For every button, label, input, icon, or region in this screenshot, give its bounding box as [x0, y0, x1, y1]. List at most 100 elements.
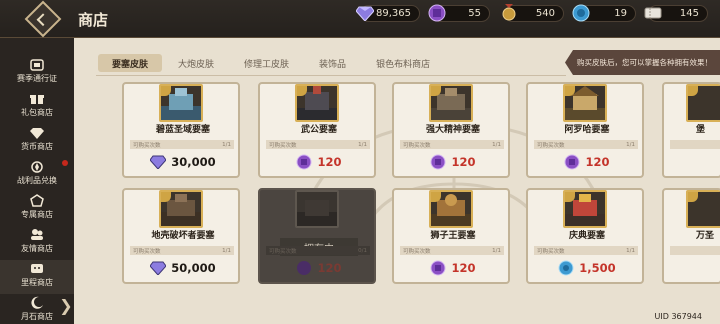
purchase-limit: 可购买次数 0/1 — [266, 246, 370, 255]
currency-value: 540 — [535, 8, 555, 19]
rank-badge-icon — [688, 192, 698, 202]
gem-icon — [150, 154, 167, 170]
blue-token-icon — [558, 260, 574, 276]
currency-purple-coin: 55 — [428, 4, 490, 22]
ticket-icon — [643, 3, 663, 23]
shop-card-mighty-spirit[interactable]: 强大精神要塞 可购买次数 1/1 120 — [392, 82, 510, 178]
shop-card-lion-king[interactable]: 狮子王要塞 可购买次数 1/1 120 — [392, 188, 510, 284]
gem-icon — [355, 3, 375, 23]
notification-dot — [62, 160, 68, 166]
back-button[interactable] — [24, 0, 62, 38]
rank-badge-icon — [161, 192, 171, 202]
medal-icon — [499, 3, 519, 23]
card-name: 武公要塞 — [300, 125, 337, 135]
pass-icon — [30, 58, 44, 71]
purple-coin-icon — [296, 154, 312, 170]
shop-card-owned[interactable]: 拥有中 可购买次数0/1 120 — [258, 188, 376, 284]
moonstone-icon — [30, 296, 44, 309]
purchase-limit: 可购买次数 1/1 — [130, 246, 234, 255]
currency-value: 19 — [614, 8, 627, 19]
price: 30,000 — [124, 152, 242, 172]
purchase-limit — [670, 140, 720, 149]
purple-coin-icon — [564, 154, 580, 170]
mileage-icon — [30, 262, 44, 275]
sidebar: 赛季通行证 礼包商店 货币商店 战利品兑换 专属商店 友情商店 里程商店 月石商… — [0, 38, 74, 324]
friend-icon — [30, 228, 44, 241]
card-name: 强大精神要塞 — [425, 125, 480, 135]
user-id: UID 367944 — [654, 312, 702, 321]
sidebar-item-loot-exchange[interactable]: 战利品兑换 — [0, 160, 74, 192]
skin-art — [429, 84, 473, 122]
sidebar-collapse-arrow-icon[interactable]: ❯ — [58, 292, 74, 318]
shop-card-azure-sanctuary[interactable]: 碧蓝圣域要塞 可购买次数 1/1 30,000 — [122, 82, 240, 178]
price: 120 — [394, 258, 512, 278]
tab-decorations[interactable]: 装饰品 — [305, 54, 360, 72]
tab-cannon-skins[interactable]: 大炮皮肤 — [164, 54, 228, 72]
gem-icon — [30, 126, 44, 139]
shop-card-celebration[interactable]: 庆典要塞 可购买次数 1/1 1,500 — [526, 188, 644, 284]
skin-art — [159, 190, 203, 228]
exclusive-icon — [30, 194, 44, 207]
card-name: 地壳破坏者要塞 — [151, 231, 215, 241]
page-title: 商店 — [78, 11, 109, 29]
tab-bar: 要塞皮肤 大炮皮肤 修理工皮肤 装饰品 银色布料商店 — [74, 52, 446, 74]
card-name: 庆典要塞 — [568, 231, 605, 241]
price: 1,500 — [528, 258, 646, 278]
sidebar-item-season-pass[interactable]: 赛季通行证 — [0, 58, 74, 90]
rank-badge-icon — [431, 86, 441, 96]
tab-fortress-skins[interactable]: 要塞皮肤 — [98, 54, 163, 72]
sidebar-item-gift-shop[interactable]: 礼包商店 — [0, 92, 74, 124]
shop-card-partial-1[interactable]: 堡 — [662, 82, 720, 178]
sidebar-item-friend-shop[interactable]: 友情商店 — [0, 228, 74, 260]
card-name: 万圣 — [696, 231, 715, 241]
rank-badge-icon — [565, 86, 575, 96]
card-name: 碧蓝圣域要塞 — [155, 125, 210, 135]
skin-art — [429, 190, 473, 228]
shop-card-aloha[interactable]: 阿罗哈要塞 可购买次数 1/1 120 — [526, 82, 644, 178]
skin-art — [686, 84, 720, 122]
currency-value: 145 — [679, 8, 699, 19]
tab-divider — [96, 75, 566, 76]
rank-badge-icon — [688, 86, 698, 96]
tip-banner: 购买皮肤后，您可以掌握各种拥有效果！ — [565, 50, 720, 75]
shop-card-wugong[interactable]: 武公要塞 可购买次数 1/1 120 — [258, 82, 376, 178]
purchase-limit: 可购买次数 1/1 — [534, 246, 638, 255]
purchase-limit: 可购买次数 1/1 — [534, 140, 638, 149]
currency-gem: 89,365 — [356, 5, 420, 22]
price: 120 — [528, 152, 646, 172]
rank-badge-icon — [431, 192, 441, 202]
price: 120 — [260, 152, 378, 172]
rank-badge-icon — [565, 192, 575, 202]
sidebar-item-exclusive-shop[interactable]: 专属商店 — [0, 194, 74, 226]
card-name: 堡 — [696, 125, 706, 135]
rank-badge-icon — [161, 86, 171, 96]
blue-token-icon — [571, 3, 591, 23]
purchase-limit: 可购买次数 1/1 — [130, 140, 234, 149]
skin-art — [295, 190, 339, 228]
sidebar-item-mileage-shop[interactable]: 里程商店 — [0, 260, 74, 294]
card-name: 阿罗哈要塞 — [564, 125, 610, 135]
currency-ticket: 145 — [644, 5, 708, 22]
purchase-limit: 可购买次数 1/1 — [400, 246, 504, 255]
tab-repairman-skins[interactable]: 修理工皮肤 — [230, 54, 303, 72]
currency-value: 55 — [468, 8, 481, 19]
shop-card-crust-breaker[interactable]: 地壳破坏者要塞 可购买次数 1/1 50,000 — [122, 188, 240, 284]
tab-silver-cloth-shop[interactable]: 银色布料商店 — [362, 54, 444, 72]
shop-card-partial-2[interactable]: 万圣 — [662, 188, 720, 284]
top-bar: 商店 89,365 55 540 19 145 — [0, 0, 720, 38]
price: 120 — [260, 258, 378, 278]
skin-art — [686, 190, 720, 228]
sidebar-item-currency-shop[interactable]: 货币商店 — [0, 126, 74, 158]
price: 50,000 — [124, 258, 242, 278]
currency-blue-token: 19 — [572, 4, 636, 22]
rank-badge-icon — [297, 86, 307, 96]
skin-art — [295, 84, 339, 122]
purchase-limit: 可购买次数 1/1 — [400, 140, 504, 149]
purple-coin-icon — [430, 260, 446, 276]
currency-medal: 540 — [502, 4, 564, 22]
currency-value: 89,365 — [376, 8, 411, 19]
purple-coin-icon — [430, 154, 446, 170]
purple-coin-icon — [427, 3, 447, 23]
purple-coin-icon — [296, 260, 312, 276]
main-panel: 要塞皮肤 大炮皮肤 修理工皮肤 装饰品 银色布料商店 购买皮肤后，您可以掌握各种… — [74, 38, 720, 324]
